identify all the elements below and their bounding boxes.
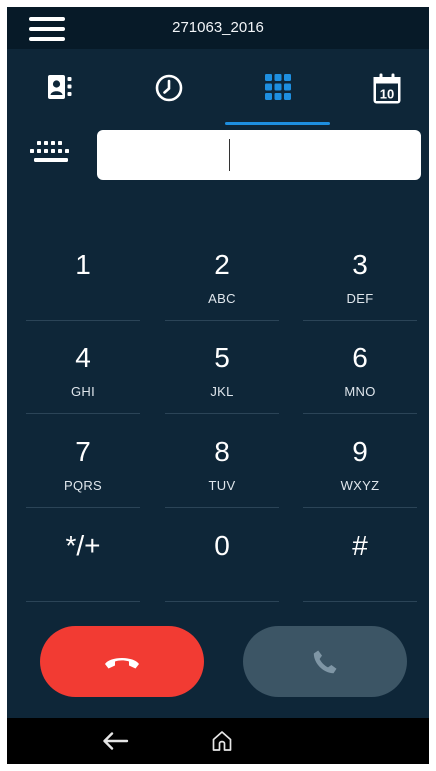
key-1[interactable]: 1 bbox=[26, 229, 140, 321]
key-2[interactable]: 2 ABC bbox=[165, 229, 279, 321]
key-0[interactable]: 0 bbox=[165, 510, 279, 602]
key-7[interactable]: 7 PQRS bbox=[26, 416, 140, 508]
tab-bar: 10 bbox=[7, 49, 429, 129]
key-star-plus[interactable]: */+ bbox=[26, 510, 140, 602]
keyboard-icon[interactable] bbox=[27, 138, 75, 172]
calendar-icon: 10 bbox=[373, 73, 400, 104]
tab-calendar[interactable]: 10 bbox=[334, 49, 429, 129]
clock-icon bbox=[155, 74, 182, 102]
calendar-day-label: 10 bbox=[379, 87, 393, 102]
tab-contacts[interactable] bbox=[7, 49, 112, 129]
key-5[interactable]: 5 JKL bbox=[165, 322, 279, 414]
back-arrow-icon[interactable] bbox=[101, 730, 129, 752]
key-9[interactable]: 9 WXYZ bbox=[303, 416, 417, 508]
contacts-icon bbox=[47, 75, 71, 99]
key-8[interactable]: 8 TUV bbox=[165, 416, 279, 508]
hamburger-menu-icon[interactable] bbox=[29, 17, 65, 41]
text-cursor bbox=[229, 139, 230, 171]
dialer-screen: 271063_2016 10 1 2 ABC 3 DEF 4 GHI 5 JKL… bbox=[7, 7, 429, 764]
top-bar: 271063_2016 bbox=[7, 7, 429, 49]
number-entry-row bbox=[7, 129, 429, 181]
phone-icon bbox=[313, 650, 337, 673]
call-button[interactable] bbox=[243, 626, 407, 697]
hang-up-button[interactable] bbox=[40, 626, 204, 697]
hang-up-icon bbox=[105, 657, 139, 668]
home-icon[interactable] bbox=[210, 729, 234, 753]
page-title: 271063_2016 bbox=[172, 19, 264, 36]
key-hash[interactable]: # bbox=[303, 510, 417, 602]
dialpad-icon bbox=[264, 74, 291, 100]
key-3[interactable]: 3 DEF bbox=[303, 229, 417, 321]
tab-dialpad[interactable] bbox=[225, 49, 330, 129]
tab-history[interactable] bbox=[116, 49, 221, 129]
key-6[interactable]: 6 MNO bbox=[303, 322, 417, 414]
system-navbar bbox=[7, 718, 429, 764]
phone-number-input[interactable] bbox=[97, 130, 421, 180]
key-4[interactable]: 4 GHI bbox=[26, 322, 140, 414]
active-tab-indicator bbox=[225, 122, 330, 125]
call-actions bbox=[7, 625, 429, 699]
